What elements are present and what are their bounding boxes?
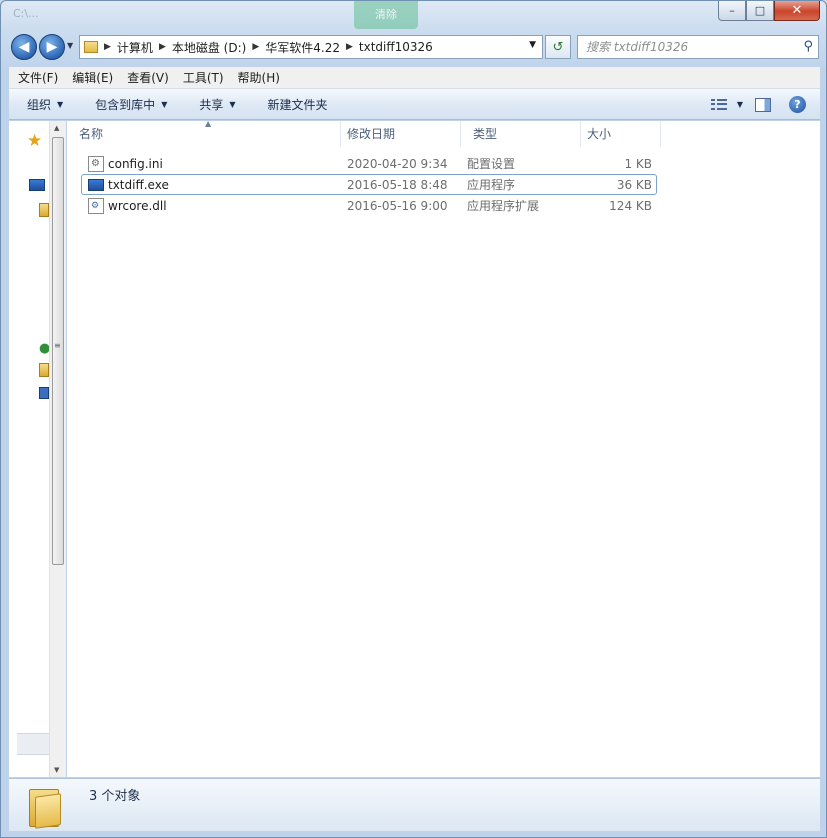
- close-button[interactable]: ✕: [774, 1, 820, 21]
- file-list: ▲ 名称 修改日期 类型 大小 config.ini 2020-04-20 9:…: [67, 119, 820, 777]
- network-icon[interactable]: [39, 387, 49, 399]
- dll-file-icon: [88, 197, 104, 214]
- folder-icon: [29, 785, 63, 829]
- file-date: 2016-05-16 9:00: [347, 198, 448, 213]
- address-bar[interactable]: ▶ 计算机 ▶ 本地磁盘 (D:) ▶ 华军软件4.22 ▶ txtdiff10326 …: [79, 35, 543, 59]
- back-button[interactable]: ◀: [11, 34, 37, 60]
- column-size[interactable]: 大小: [581, 121, 661, 147]
- address-dropdown-icon[interactable]: ▼: [529, 40, 536, 50]
- file-name: config.ini: [108, 156, 163, 171]
- menu-file[interactable]: 文件(F): [9, 69, 63, 86]
- include-library-button[interactable]: 包含到库中 ▼: [77, 96, 181, 113]
- caret-down-icon: ▼: [229, 99, 236, 109]
- breadcrumb-computer[interactable]: ▶ 计算机: [104, 39, 153, 56]
- view-controls: ▼ ?: [710, 89, 820, 120]
- file-row[interactable]: config.ini 2020-04-20 9:34 配置设置 1 KB: [81, 153, 657, 174]
- file-type: 应用程序扩展: [467, 199, 540, 213]
- window-controls: – □ ✕: [718, 1, 820, 21]
- libraries-icon[interactable]: [39, 203, 49, 217]
- preview-pane-icon[interactable]: [755, 97, 771, 112]
- breadcrumb-folder[interactable]: ▶ 华军软件4.22: [252, 39, 340, 56]
- search-input[interactable]: [586, 40, 786, 54]
- scroll-up-icon[interactable]: ▲: [54, 124, 59, 132]
- nav-scrollbar[interactable]: ▲ ≡ ▼: [49, 121, 66, 777]
- breadcrumb-current[interactable]: ▶ txtdiff10326: [346, 40, 433, 54]
- organize-button[interactable]: 组织 ▼: [9, 96, 77, 113]
- chevron-right-icon: ▶: [158, 42, 166, 52]
- refresh-button[interactable]: ↺: [545, 35, 571, 59]
- new-folder-button[interactable]: 新建文件夹: [250, 96, 342, 113]
- chevron-right-icon: ▶: [252, 42, 260, 52]
- scroll-down-icon[interactable]: ▼: [54, 766, 59, 774]
- menu-bar: 文件(F) 编辑(E) 查看(V) 工具(T) 帮助(H): [9, 67, 820, 89]
- file-row[interactable]: wrcore.dll 2016-05-16 9:00 应用程序扩展 124 KB: [81, 195, 657, 216]
- file-size: 1 KB: [624, 156, 652, 171]
- chevron-right-icon: ▶: [104, 42, 111, 52]
- file-rows: config.ini 2020-04-20 9:34 配置设置 1 KB txt…: [81, 153, 657, 216]
- file-name: txtdiff.exe: [108, 177, 169, 192]
- caret-down-icon: ▼: [57, 99, 64, 109]
- explorer-window: C:\... 清除 – □ ✕ ◀ ▶ ▼ ▶ 计算机 ▶ 本地磁盘 (D:) ▶ 华…: [0, 0, 827, 838]
- details-pane: 3 个对象: [9, 778, 820, 831]
- folder-icon: [84, 41, 98, 53]
- column-headers: 名称 修改日期 类型 大小: [67, 121, 661, 147]
- maximize-button[interactable]: □: [746, 1, 774, 21]
- item-count: 3 个对象: [89, 789, 141, 804]
- menu-edit[interactable]: 编辑(E): [63, 69, 118, 86]
- title-text: C:\...: [13, 7, 39, 20]
- help-icon[interactable]: ?: [789, 96, 806, 113]
- navigation-row: ◀ ▶ ▼ ▶ 计算机 ▶ 本地磁盘 (D:) ▶ 华军软件4.22 ▶ txtdiff…: [1, 31, 826, 63]
- minimize-button[interactable]: –: [718, 1, 746, 21]
- details-view-icon[interactable]: [710, 98, 729, 111]
- forward-button[interactable]: ▶: [39, 34, 65, 60]
- overlay-button[interactable]: 清除: [354, 1, 418, 29]
- folder-icon[interactable]: [39, 363, 49, 377]
- menu-view[interactable]: 查看(V): [118, 69, 174, 86]
- search-box: ⚲: [577, 35, 819, 59]
- file-type: 应用程序: [467, 178, 516, 192]
- chevron-right-icon: ▶: [345, 42, 353, 52]
- title-bar: C:\... 清除 – □ ✕: [1, 1, 826, 29]
- scroll-thumb[interactable]: [52, 137, 64, 565]
- ini-file-icon: [88, 155, 104, 172]
- file-name: wrcore.dll: [108, 198, 167, 213]
- grip-icon: ≡: [54, 341, 61, 350]
- file-size: 36 KB: [616, 177, 652, 192]
- history-dropdown-icon[interactable]: ▼: [67, 41, 73, 50]
- desktop-icon[interactable]: [29, 179, 45, 191]
- column-type[interactable]: 类型: [461, 121, 581, 147]
- file-type: 配置设置: [467, 157, 516, 171]
- file-row[interactable]: txtdiff.exe 2016-05-18 8:48 应用程序 36 KB: [81, 174, 657, 195]
- file-size: 124 KB: [609, 198, 652, 213]
- caret-down-icon: ▼: [161, 99, 168, 109]
- share-button[interactable]: 共享 ▼: [181, 96, 249, 113]
- exe-file-icon: [88, 178, 104, 191]
- favorites-star-icon[interactable]: ★: [27, 131, 42, 151]
- breadcrumb-drive[interactable]: ▶ 本地磁盘 (D:): [159, 39, 246, 56]
- file-date: 2016-05-18 8:48: [347, 177, 448, 192]
- view-dropdown-icon[interactable]: ▼: [737, 100, 743, 109]
- menu-tools[interactable]: 工具(T): [174, 69, 229, 86]
- menu-help[interactable]: 帮助(H): [229, 69, 285, 86]
- column-name[interactable]: 名称: [67, 121, 341, 147]
- search-icon[interactable]: ⚲: [803, 39, 813, 54]
- command-bar: 组织 ▼ 包含到库中 ▼ 共享 ▼ 新建文件夹 ▼ ?: [9, 89, 820, 120]
- file-date: 2020-04-20 9:34: [347, 156, 448, 171]
- column-date[interactable]: 修改日期: [341, 121, 461, 147]
